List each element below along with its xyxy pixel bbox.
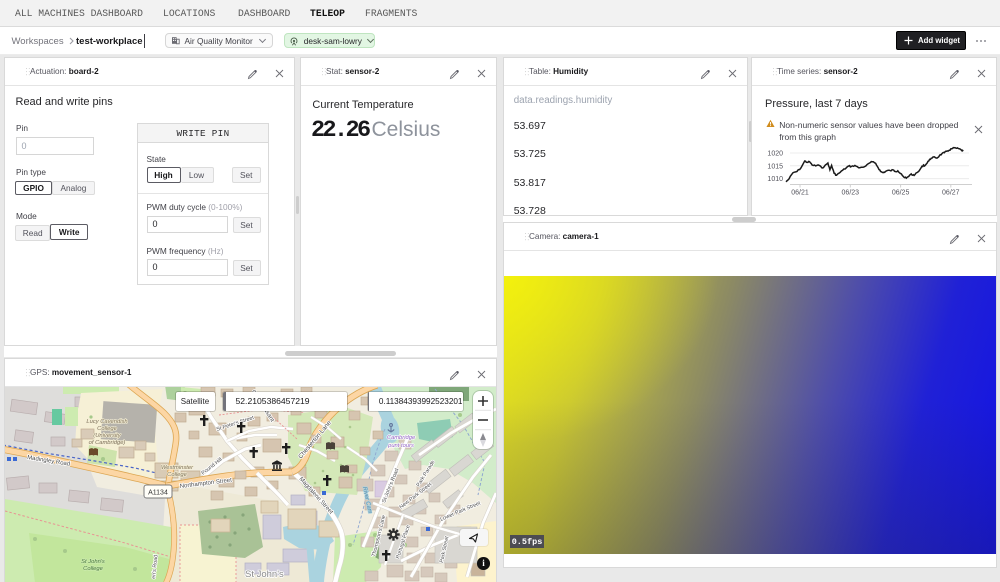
svg-text:06/25: 06/25 (892, 190, 910, 197)
svg-text:of Cambridge): of Cambridge) (89, 440, 126, 446)
svg-text:1010: 1010 (767, 176, 783, 183)
svg-text:(University: (University (93, 433, 121, 439)
svg-text:Lucy Cavendish: Lucy Cavendish (86, 419, 127, 425)
svg-text:College: College (97, 426, 117, 432)
svg-text:1020: 1020 (767, 151, 783, 158)
svg-text:College: College (83, 566, 103, 572)
svg-text:College: College (167, 472, 187, 478)
svg-text:St John's: St John's (245, 569, 284, 580)
svg-text:punt tours: punt tours (387, 443, 414, 449)
svg-text:Cambridge: Cambridge (387, 435, 416, 441)
svg-text:St John's: St John's (81, 559, 105, 565)
svg-text:1015: 1015 (767, 163, 783, 170)
svg-text:06/21: 06/21 (791, 190, 809, 197)
svg-text:Westminster: Westminster (161, 465, 194, 471)
svg-text:06/27: 06/27 (942, 190, 960, 197)
svg-text:A1134: A1134 (148, 490, 168, 497)
svg-text:06/23: 06/23 (842, 190, 860, 197)
